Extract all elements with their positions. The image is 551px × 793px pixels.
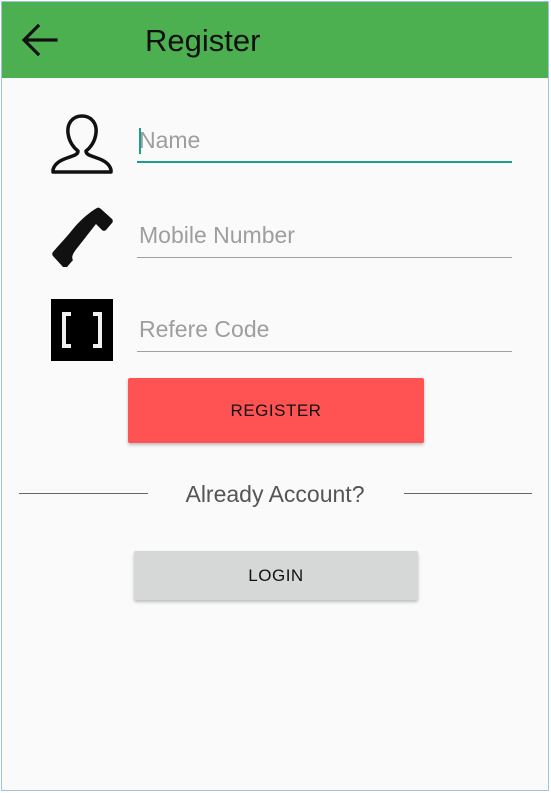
name-input[interactable] <box>137 119 512 161</box>
text-caret <box>139 128 141 154</box>
back-button[interactable] <box>16 20 64 60</box>
mobile-number-input[interactable] <box>137 214 512 256</box>
mobile-underline <box>137 257 512 258</box>
name-underline <box>137 161 512 163</box>
already-account-text: Already Account? <box>185 481 365 507</box>
mobile-field[interactable] <box>137 214 512 258</box>
register-button[interactable]: REGISTER <box>128 378 424 443</box>
phone-icon <box>51 205 113 268</box>
page-title: Register <box>145 23 261 58</box>
person-icon <box>51 112 113 174</box>
refer-code-input[interactable] <box>137 308 512 350</box>
name-field[interactable] <box>137 119 512 163</box>
refer-code-field[interactable] <box>137 308 512 352</box>
arrow-left-icon <box>21 23 58 57</box>
app-bar: Register <box>2 2 548 78</box>
login-button[interactable]: LOGIN <box>134 551 418 600</box>
register-screen: Register REGISTER Already Account? <box>1 1 549 791</box>
refer-code-underline <box>137 351 512 352</box>
bracket-code-icon <box>51 299 113 361</box>
